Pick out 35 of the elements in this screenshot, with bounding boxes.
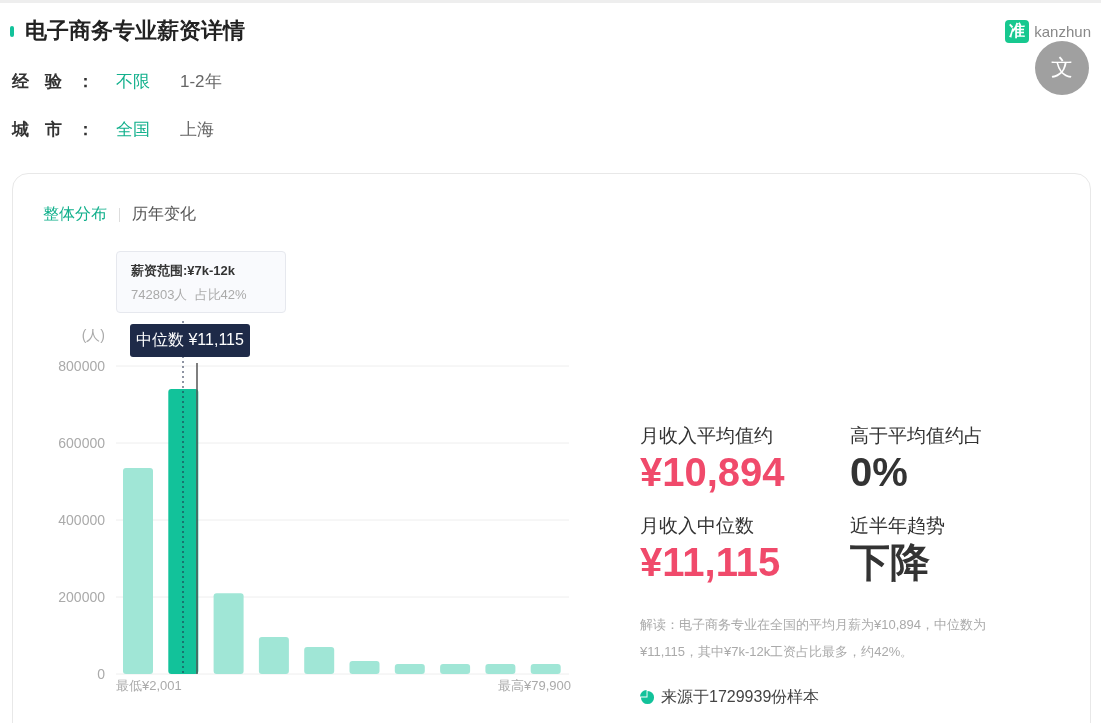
max-salary-label: 最高¥79,900: [498, 677, 571, 695]
filter-option[interactable]: 上海: [180, 117, 214, 141]
filter-label: 城市：: [12, 118, 94, 141]
y-tick-label: 400000: [58, 512, 105, 528]
stat-value: ¥10,894: [640, 449, 786, 495]
interpretation-text: 解读：电子商务专业在全国的平均月薪为¥10,894，中位数为¥11,115，其中¥7k-12k工资占比最多，约42%。: [640, 616, 987, 661]
filter-option[interactable]: 1-2年: [180, 69, 222, 93]
y-tick-label: 600000: [58, 435, 105, 451]
filter-label: 经验：: [12, 70, 94, 93]
tab[interactable]: 整体分布: [43, 204, 107, 225]
stat-label: 高于平均值约占: [850, 424, 984, 448]
min-salary-label: 最低¥2,001: [116, 677, 182, 695]
tooltip-title: 薪资范围:¥7k-12k: [131, 262, 237, 280]
title-accent-bar: [10, 25, 14, 37]
pie-icon: [640, 690, 655, 705]
tooltip-detail: 742803人 占比42%: [131, 286, 248, 304]
stat-label: 近半年趋势: [850, 514, 946, 538]
y-tick-label: 800000: [58, 358, 105, 374]
y-axis-unit: (人): [81, 327, 105, 343]
stat-value: 0%: [850, 449, 909, 495]
logo-text: kanzhun: [1034, 22, 1091, 40]
y-tick-label: 200000: [58, 589, 105, 605]
tab[interactable]: 历年变化: [132, 204, 196, 225]
filter-option[interactable]: 全国: [116, 117, 150, 141]
page-title: 电子商务专业薪资详情: [25, 17, 245, 45]
stat-value: ¥11,115: [640, 539, 782, 585]
sample-source-text: 来源于1729939份样本: [661, 687, 820, 707]
filter-option[interactable]: 不限: [116, 69, 150, 93]
median-label: 中位数 ¥11,115: [130, 324, 250, 357]
y-tick-label: 0: [97, 666, 105, 682]
stat-label: 月收入中位数: [640, 514, 755, 538]
stat-value: 下降: [850, 539, 931, 585]
translate-button[interactable]: 文: [1035, 41, 1089, 95]
logo-mark: 准: [1005, 19, 1030, 43]
stat-label: 月收入平均值约: [640, 424, 774, 448]
